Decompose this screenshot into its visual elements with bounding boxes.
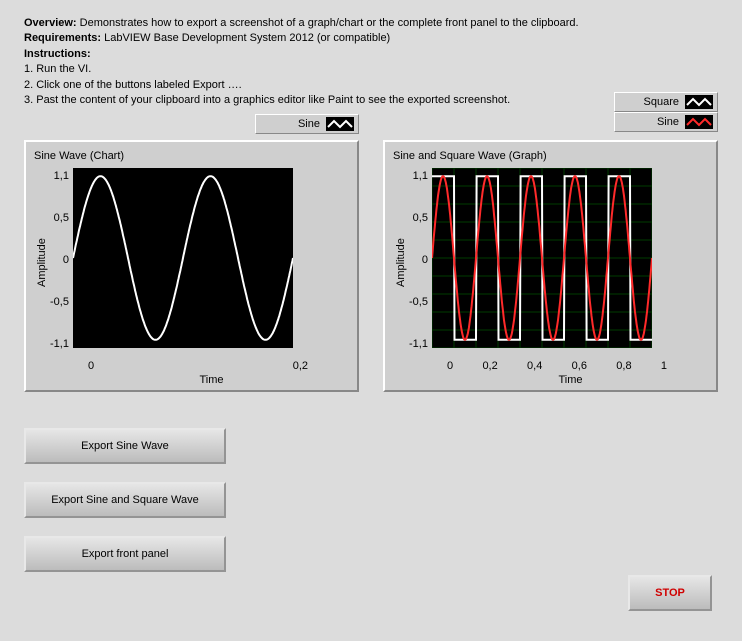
export-sine-button[interactable]: Export Sine Wave bbox=[24, 428, 226, 464]
chart2-plot-area bbox=[432, 168, 652, 348]
instructions-step-2: 2. Click one of the buttons labeled Expo… bbox=[24, 78, 718, 93]
instructions-step-1: 1. Run the VI. bbox=[24, 62, 718, 77]
requirements-text: LabVIEW Base Development System 2012 (or… bbox=[101, 32, 390, 44]
chart1-xlabel: Time bbox=[74, 372, 349, 386]
sine-wave-chart[interactable]: Sine Sine Wave (Chart) Amplitude 1,1 0,5… bbox=[24, 140, 359, 392]
export-sine-square-button[interactable]: Export Sine and Square Wave bbox=[24, 482, 226, 518]
stop-button[interactable]: STOP bbox=[628, 575, 712, 611]
chart1-xticks: 0 0,2 bbox=[88, 358, 308, 372]
instructions-label: Instructions: bbox=[24, 48, 91, 60]
xtick: 0 bbox=[447, 360, 453, 372]
legend-label: Square bbox=[644, 96, 679, 108]
xtick: 0,8 bbox=[616, 360, 631, 372]
xtick: 0,6 bbox=[572, 360, 587, 372]
ytick: -0,5 bbox=[50, 296, 69, 308]
export-front-panel-button[interactable]: Export front panel bbox=[24, 536, 226, 572]
chart2-legend: Square Sine bbox=[614, 92, 718, 132]
ytick: 1,1 bbox=[413, 170, 428, 182]
chart1-plot-area bbox=[73, 168, 293, 348]
chart1-legend: Sine bbox=[255, 114, 359, 134]
legend-item-sine[interactable]: Sine bbox=[255, 114, 359, 134]
line-style-icon[interactable] bbox=[685, 115, 713, 129]
overview-label: Overview: bbox=[24, 17, 77, 29]
legend-label: Sine bbox=[298, 118, 320, 130]
xtick: 0 bbox=[88, 360, 94, 372]
chart1-title: Sine Wave (Chart) bbox=[34, 150, 124, 162]
line-style-icon[interactable] bbox=[685, 95, 713, 109]
xtick: 0,2 bbox=[482, 360, 497, 372]
xtick: 0,4 bbox=[527, 360, 542, 372]
line-style-icon[interactable] bbox=[326, 117, 354, 131]
xtick: 1 bbox=[661, 360, 667, 372]
chart2-xlabel: Time bbox=[433, 372, 708, 386]
overview-text: Demonstrates how to export a screenshot … bbox=[77, 17, 579, 29]
ytick: -1,1 bbox=[50, 338, 69, 350]
ytick: 0 bbox=[422, 254, 428, 266]
sine-square-wave-graph[interactable]: Square Sine Sine and Square Wave (Graph)… bbox=[383, 140, 718, 392]
chart2-ylabel: Amplitude bbox=[393, 168, 409, 358]
ytick: 0,5 bbox=[54, 212, 69, 224]
chart1-ylabel: Amplitude bbox=[34, 168, 50, 358]
ytick: -1,1 bbox=[409, 338, 428, 350]
chart2-xticks: 0 0,2 0,4 0,6 0,8 1 bbox=[447, 358, 667, 372]
ytick: 0,5 bbox=[413, 212, 428, 224]
chart2-yticks: 1,1 0,5 0 -0,5 -1,1 bbox=[409, 170, 432, 350]
xtick: 0,2 bbox=[293, 360, 308, 372]
legend-label: Sine bbox=[657, 116, 679, 128]
legend-item-square[interactable]: Square bbox=[614, 92, 718, 112]
ytick: 1,1 bbox=[54, 170, 69, 182]
ytick: -0,5 bbox=[409, 296, 428, 308]
ytick: 0 bbox=[63, 254, 69, 266]
requirements-label: Requirements: bbox=[24, 32, 101, 44]
legend-item-sine[interactable]: Sine bbox=[614, 112, 718, 132]
chart2-title: Sine and Square Wave (Graph) bbox=[393, 150, 547, 162]
chart1-yticks: 1,1 0,5 0 -0,5 -1,1 bbox=[50, 170, 73, 350]
